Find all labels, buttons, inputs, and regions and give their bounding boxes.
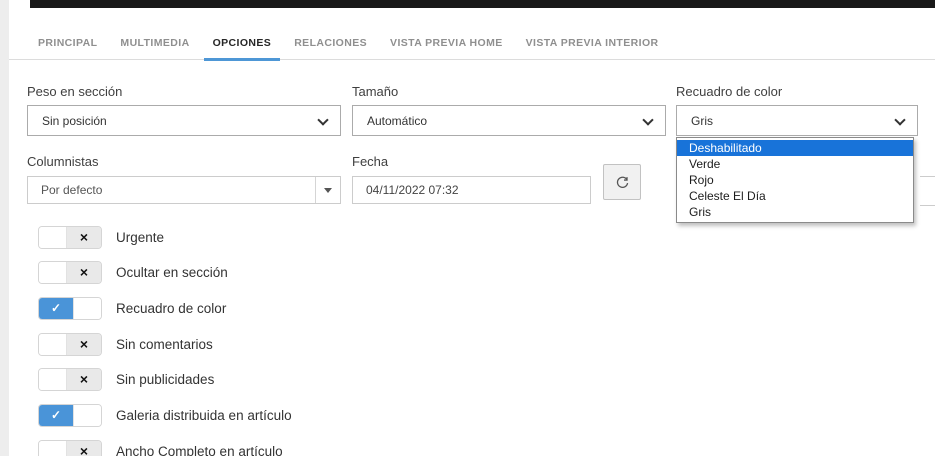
toggle-label: Galeria distribuida en artículo xyxy=(116,408,292,423)
toggle-row: ✓ Galeria distribuida en artículo xyxy=(38,403,292,427)
toggle-urgente[interactable]: × xyxy=(38,226,102,249)
toggle-knob xyxy=(39,262,67,283)
x-icon: × xyxy=(67,334,101,355)
toggle-row: × Urgente xyxy=(38,225,164,249)
left-gutter xyxy=(0,0,9,456)
check-icon: ✓ xyxy=(39,298,73,319)
recuadro-dropdown-list: Deshabilitado Verde Rojo Celeste El Día … xyxy=(676,137,914,223)
toggle-row: × Ocultar en sección xyxy=(38,260,228,284)
tamano-select-value: Automático xyxy=(367,114,427,128)
option-verde[interactable]: Verde xyxy=(677,156,913,172)
toggle-row: × Ancho Completo en artículo xyxy=(38,439,283,456)
fecha-label: Fecha xyxy=(352,154,388,169)
toggle-label: Sin publicidades xyxy=(116,372,214,387)
x-icon: × xyxy=(67,441,101,456)
refresh-icon xyxy=(615,175,630,190)
columnistas-label: Columnistas xyxy=(27,154,99,169)
tab-opciones[interactable]: OPCIONES xyxy=(213,26,272,60)
recuadro-label: Recuadro de color xyxy=(676,84,782,99)
toggle-label: Recuadro de color xyxy=(116,301,226,316)
x-icon: × xyxy=(67,262,101,283)
tab-vista-previa-interior[interactable]: VISTA PREVIA INTERIOR xyxy=(526,26,659,60)
peso-label: Peso en sección xyxy=(27,84,122,99)
toggle-ocultar-en-seccion[interactable]: × xyxy=(38,261,102,284)
toggle-knob xyxy=(39,369,67,390)
toggle-label: Ancho Completo en artículo xyxy=(116,444,283,456)
toggle-row: × Sin publicidades xyxy=(38,367,214,391)
toggle-row: ✓ Recuadro de color xyxy=(38,296,226,320)
toggle-knob xyxy=(39,334,67,355)
top-black-bar xyxy=(30,0,935,8)
toggle-recuadro-de-color[interactable]: ✓ xyxy=(38,297,102,320)
toggle-sin-comentarios[interactable]: × xyxy=(38,333,102,356)
chevron-down-icon xyxy=(894,114,905,125)
truncated-field-fragment xyxy=(920,176,935,206)
peso-select-value: Sin posición xyxy=(42,114,107,128)
tab-principal[interactable]: PRINCIPAL xyxy=(38,26,97,60)
toggle-ancho-completo[interactable]: × xyxy=(38,440,102,456)
columnistas-combobox[interactable]: Por defecto xyxy=(27,176,341,204)
chevron-down-icon xyxy=(642,114,653,125)
option-celeste-el-dia[interactable]: Celeste El Día xyxy=(677,188,913,204)
peso-select[interactable]: Sin posición xyxy=(27,105,341,136)
recuadro-select-value: Gris xyxy=(691,114,713,128)
caret-down-icon xyxy=(324,188,332,193)
toggle-row: × Sin comentarios xyxy=(38,332,213,356)
recuadro-select[interactable]: Gris xyxy=(676,105,918,136)
option-deshabilitado[interactable]: Deshabilitado xyxy=(677,140,913,156)
x-icon: × xyxy=(67,227,101,248)
option-rojo[interactable]: Rojo xyxy=(677,172,913,188)
toggle-galeria-distribuida[interactable]: ✓ xyxy=(38,404,102,427)
columnistas-dropdown-button[interactable] xyxy=(315,177,340,203)
toggle-label: Ocultar en sección xyxy=(116,265,228,280)
check-icon: ✓ xyxy=(39,405,73,426)
tamano-select[interactable]: Automático xyxy=(352,105,666,136)
toggle-knob xyxy=(39,441,67,456)
tab-multimedia[interactable]: MULTIMEDIA xyxy=(120,26,189,60)
tab-vista-previa-home[interactable]: VISTA PREVIA HOME xyxy=(390,26,503,60)
columnistas-value: Por defecto xyxy=(41,183,102,197)
x-icon: × xyxy=(67,369,101,390)
option-gris[interactable]: Gris xyxy=(677,204,913,220)
tab-relaciones[interactable]: RELACIONES xyxy=(294,26,367,60)
toggle-sin-publicidades[interactable]: × xyxy=(38,368,102,391)
tab-bar: PRINCIPAL MULTIMEDIA OPCIONES RELACIONES… xyxy=(9,26,935,60)
fecha-refresh-button[interactable] xyxy=(603,164,641,200)
toggle-knob xyxy=(73,405,101,426)
tamano-label: Tamaño xyxy=(352,84,398,99)
fecha-input[interactable] xyxy=(352,176,591,204)
toggle-label: Sin comentarios xyxy=(116,337,213,352)
toggle-label: Urgente xyxy=(116,230,164,245)
article-options-panel: PRINCIPAL MULTIMEDIA OPCIONES RELACIONES… xyxy=(0,0,935,456)
toggle-knob xyxy=(73,298,101,319)
chevron-down-icon xyxy=(317,114,328,125)
toggle-knob xyxy=(39,227,67,248)
